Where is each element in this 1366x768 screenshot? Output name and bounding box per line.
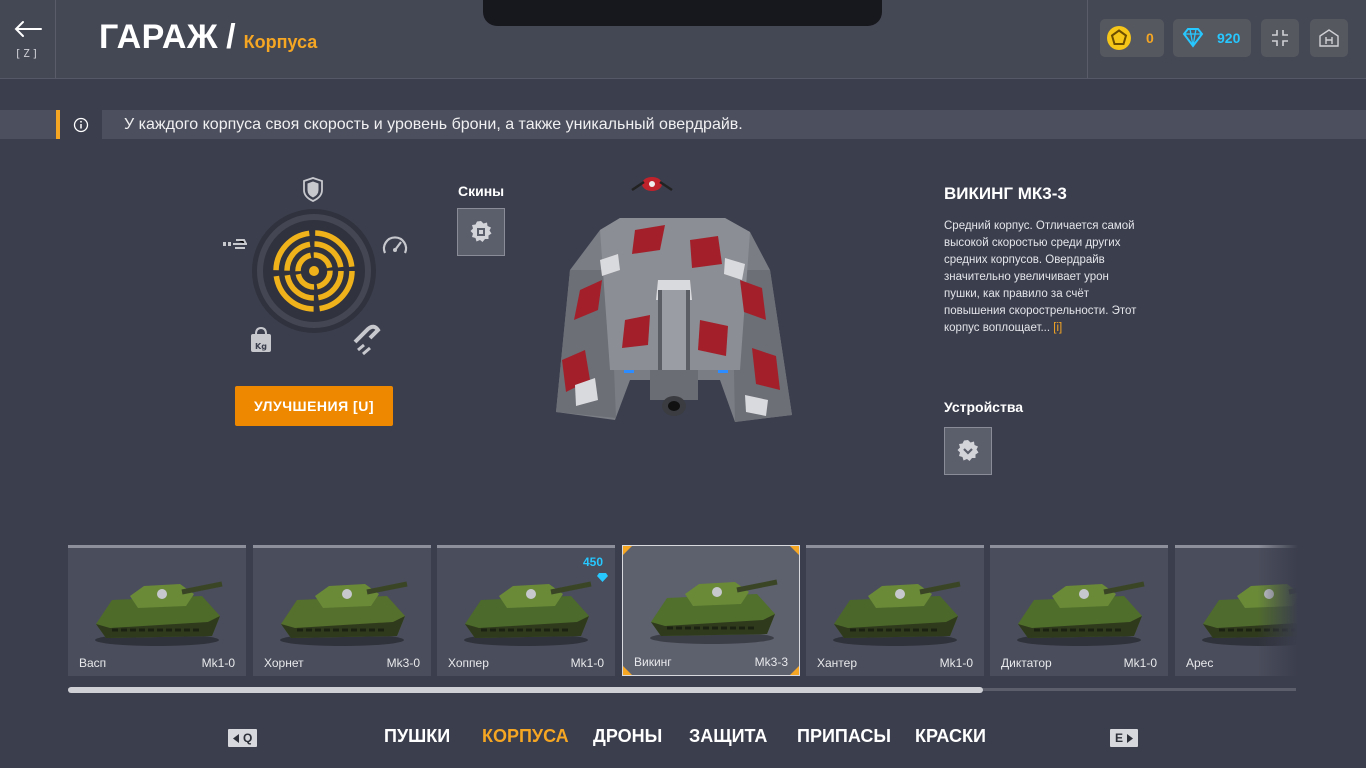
top-notch	[483, 0, 882, 26]
hull-card-mk: Mk1-0	[201, 656, 235, 670]
hull-card-name: Хоппер	[448, 656, 489, 670]
crystals-balance[interactable]: 920	[1173, 19, 1251, 57]
hull-description-text: Средний корпус. Отличается самой высокой…	[944, 220, 1137, 334]
stars-value: 0	[1146, 30, 1154, 46]
hull-carousel[interactable]: Васп Mk1-0 Хорнет Mk3-0 450 Хоппер Mk1-0 Викинг…	[68, 540, 1298, 682]
skins-label: Скины	[458, 183, 505, 199]
upgrades-button[interactable]: УЛУЧШЕНИЯ [U]	[235, 386, 393, 426]
info-icon-box	[60, 110, 102, 139]
tab-3[interactable]: ДРОНЫ	[593, 726, 662, 747]
devices-slot-button[interactable]	[944, 427, 992, 475]
drone-icon	[631, 177, 673, 192]
home-button[interactable]	[1310, 19, 1348, 57]
power-icon	[223, 239, 247, 249]
tank-thumbnail	[280, 581, 408, 646]
tank-thumbnail	[833, 581, 961, 646]
triangle-right-icon	[1127, 733, 1134, 743]
category-nav: Q ПУШКИ КОРПУСА ДРОНЫ ЗАЩИТА ПРИПАСЫ КРАСКИ E	[0, 726, 1366, 752]
hull-card-name: Васп	[79, 656, 107, 670]
hull-card-name: Арес	[1186, 656, 1214, 670]
title-subtitle: Корпуса	[243, 32, 318, 52]
selection-corner	[790, 666, 799, 675]
hull-more-link[interactable]: [i]	[1053, 322, 1062, 334]
hull-card-mk: Mk3-3	[754, 655, 788, 669]
hull-card-1[interactable]: Васп Mk1-0	[68, 545, 246, 676]
hull-description: Средний корпус. Отличается самой высокой…	[944, 218, 1144, 337]
tank-thumbnail	[650, 579, 778, 644]
tank-thumbnail	[464, 581, 592, 646]
hull-card-4[interactable]: Викинг Mk3-3	[622, 545, 800, 676]
info-icon	[73, 117, 89, 132]
info-text: У каждого корпуса своя скорость и уровен…	[124, 116, 743, 133]
skins-slot-button[interactable]	[457, 208, 505, 256]
fullscreen-button[interactable]	[1261, 19, 1299, 57]
prev-key-label: Q	[243, 731, 253, 745]
hull-card-mk: Mk1-0	[939, 656, 973, 670]
title-separator: /	[226, 18, 236, 56]
back-hotkey: [Z]	[14, 46, 41, 60]
next-category-key[interactable]: E	[1110, 729, 1139, 747]
hull-card-name: Хантер	[817, 656, 858, 670]
crystals-value: 920	[1217, 30, 1241, 46]
svg-text:Kg: Kg	[255, 342, 267, 351]
hull-card-mk: Mk1-0	[1123, 656, 1157, 670]
hull-card-name: Хорнет	[264, 656, 304, 670]
hull-card-5[interactable]: Хантер Mk1-0	[806, 545, 984, 676]
weight-icon: Kg	[251, 326, 271, 352]
hull-card-mk: Mk1-0	[570, 656, 604, 670]
stats-radial: Kg	[223, 177, 408, 356]
stars-balance[interactable]: 0	[1100, 19, 1164, 57]
page-title: ГАРАЖ / Корпуса	[99, 18, 317, 57]
fullscreen-icon	[1272, 30, 1288, 46]
tab-4[interactable]: ЗАЩИТА	[689, 726, 767, 747]
carousel-scroll-thumb[interactable]	[68, 687, 983, 693]
tank-thumbnail	[95, 581, 223, 646]
selection-corner	[623, 546, 632, 555]
home-icon	[1319, 29, 1339, 47]
hull-card-2[interactable]: Хорнет Mk3-0	[253, 545, 431, 676]
crystal-icon	[1182, 28, 1204, 48]
hull-card-name: Викинг	[634, 655, 672, 669]
devices-label: Устройства	[944, 399, 1024, 415]
price-value: 450	[582, 555, 603, 569]
handling-icon	[353, 324, 381, 356]
title-main: ГАРАЖ	[99, 18, 219, 56]
hull-card-6[interactable]: Диктатор Mk1-0	[990, 545, 1168, 676]
tab-5[interactable]: ПРИПАСЫ	[797, 726, 891, 747]
hull-card-name: Диктатор	[1001, 656, 1052, 670]
top-right-panel: 0 920	[1087, 0, 1366, 78]
tank-preview	[556, 177, 792, 422]
next-key-label: E	[1115, 731, 1124, 745]
gear-icon	[470, 221, 492, 242]
back-button[interactable]: [Z]	[0, 0, 56, 78]
carousel-fade	[1258, 540, 1298, 682]
triangle-left-icon	[233, 733, 239, 743]
hull-card-3[interactable]: 450 Хоппер Mk1-0	[437, 545, 615, 676]
hull-name: ВИКИНГ МК3-3	[944, 184, 1067, 203]
crystal-icon	[596, 573, 608, 582]
selection-corner	[790, 546, 799, 555]
arrow-left-icon	[14, 20, 42, 37]
tab-6[interactable]: КРАСКИ	[915, 726, 986, 747]
prev-category-key[interactable]: Q	[228, 729, 258, 747]
tab-2[interactable]: КОРПУСА	[482, 726, 569, 747]
tank-thumbnail	[1017, 581, 1145, 646]
price-badge: 450	[582, 555, 608, 582]
star-badge-icon	[1107, 26, 1131, 50]
hull-card-mk: Mk3-0	[386, 656, 420, 670]
selection-corner	[623, 666, 632, 675]
armor-icon	[303, 177, 323, 202]
speed-icon	[382, 236, 408, 254]
gear-icon	[957, 440, 979, 461]
tab-1[interactable]: ПУШКИ	[384, 726, 450, 747]
